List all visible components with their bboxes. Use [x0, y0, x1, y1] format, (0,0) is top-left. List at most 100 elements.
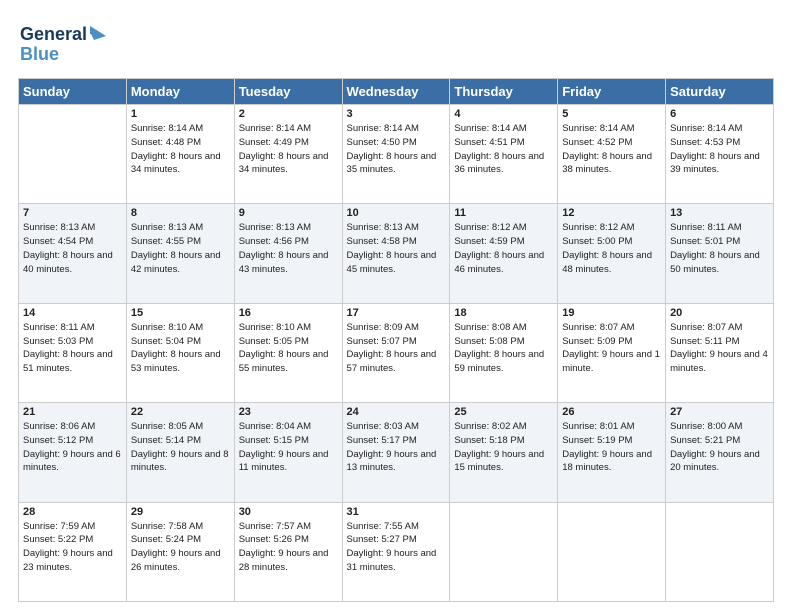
day-number: 17 — [347, 307, 446, 319]
day-number: 6 — [670, 108, 769, 120]
header: General Blue — [18, 18, 774, 68]
day-number: 31 — [347, 506, 446, 518]
day-info: Sunrise: 8:11 AMSunset: 5:03 PMDaylight:… — [23, 322, 113, 374]
calendar-cell: 14 Sunrise: 8:11 AMSunset: 5:03 PMDayligh… — [19, 303, 127, 402]
day-number: 20 — [670, 307, 769, 319]
week-row-1: 7 Sunrise: 8:13 AMSunset: 4:54 PMDaylight… — [19, 204, 774, 303]
calendar-cell: 24 Sunrise: 8:03 AMSunset: 5:17 PMDayligh… — [342, 403, 450, 502]
day-info: Sunrise: 7:57 AMSunset: 5:26 PMDaylight:… — [239, 521, 329, 573]
calendar-cell: 22Sunrise: 8:05 AMSunset: 5:14 PMDayligh… — [126, 403, 234, 502]
day-info: Sunrise: 8:13 AMSunset: 4:58 PMDaylight:… — [347, 222, 437, 274]
day-info: Sunrise: 8:10 AMSunset: 5:04 PMDaylight:… — [131, 322, 221, 374]
day-number: 25 — [454, 406, 553, 418]
day-info: Sunrise: 8:08 AMSunset: 5:08 PMDaylight:… — [454, 322, 544, 374]
day-info: Sunrise: 8:12 AMSunset: 5:00 PMDaylight:… — [562, 222, 652, 274]
weekday-tuesday: Tuesday — [234, 79, 342, 105]
day-info: Sunrise: 8:14 AMSunset: 4:48 PMDaylight:… — [131, 123, 221, 175]
day-info: Sunrise: 8:07 AMSunset: 5:09 PMDaylight:… — [562, 322, 660, 374]
calendar-cell: 23Sunrise: 8:04 AMSunset: 5:15 PMDayligh… — [234, 403, 342, 502]
calendar-cell: 18Sunrise: 8:08 AMSunset: 5:08 PMDayligh… — [450, 303, 558, 402]
page: General Blue SundayMondayTuesdayWednesda… — [0, 0, 792, 612]
calendar-cell: 5Sunrise: 8:14 AMSunset: 4:52 PMDaylight… — [558, 105, 666, 204]
day-info: Sunrise: 7:58 AMSunset: 5:24 PMDaylight:… — [131, 521, 221, 573]
day-number: 5 — [562, 108, 661, 120]
calendar-cell: 10 Sunrise: 8:13 AMSunset: 4:58 PMDayligh… — [342, 204, 450, 303]
day-number: 21 — [23, 406, 122, 418]
day-number: 29 — [131, 506, 230, 518]
logo-svg: General Blue — [18, 18, 108, 68]
day-number: 15 — [131, 307, 230, 319]
calendar-cell — [19, 105, 127, 204]
day-info: Sunrise: 8:02 AMSunset: 5:18 PMDaylight:… — [454, 421, 544, 473]
day-info: Sunrise: 8:07 AMSunset: 5:11 PMDaylight:… — [670, 322, 768, 374]
weekday-friday: Friday — [558, 79, 666, 105]
day-info: Sunrise: 8:06 AMSunset: 5:12 PMDaylight:… — [23, 421, 121, 473]
calendar-cell: 4 Sunrise: 8:14 AMSunset: 4:51 PMDaylight… — [450, 105, 558, 204]
day-number: 3 — [347, 108, 446, 120]
calendar-cell: 13Sunrise: 8:11 AMSunset: 5:01 PMDayligh… — [666, 204, 774, 303]
calendar-cell: 19 Sunrise: 8:07 AMSunset: 5:09 PMDayligh… — [558, 303, 666, 402]
week-row-0: 1 Sunrise: 8:14 AMSunset: 4:48 PMDaylight… — [19, 105, 774, 204]
day-number: 14 — [23, 307, 122, 319]
calendar-table: SundayMondayTuesdayWednesdayThursdayFrid… — [18, 78, 774, 602]
day-info: Sunrise: 8:14 AMSunset: 4:53 PMDaylight:… — [670, 123, 760, 175]
day-info: Sunrise: 8:14 AMSunset: 4:49 PMDaylight:… — [239, 123, 329, 175]
day-number: 11 — [454, 207, 553, 219]
calendar-cell: 6 Sunrise: 8:14 AMSunset: 4:53 PMDaylight… — [666, 105, 774, 204]
day-info: Sunrise: 8:11 AMSunset: 5:01 PMDaylight:… — [670, 222, 760, 274]
calendar-cell: 26 Sunrise: 8:01 AMSunset: 5:19 PMDayligh… — [558, 403, 666, 502]
weekday-header-row: SundayMondayTuesdayWednesdayThursdayFrid… — [19, 79, 774, 105]
day-number: 7 — [23, 207, 122, 219]
calendar-cell: 29 Sunrise: 7:58 AMSunset: 5:24 PMDayligh… — [126, 502, 234, 601]
calendar-cell: 30Sunrise: 7:57 AMSunset: 5:26 PMDayligh… — [234, 502, 342, 601]
calendar-cell: 16 Sunrise: 8:10 AMSunset: 5:05 PMDayligh… — [234, 303, 342, 402]
day-number: 4 — [454, 108, 553, 120]
weekday-wednesday: Wednesday — [342, 79, 450, 105]
day-info: Sunrise: 8:12 AMSunset: 4:59 PMDaylight:… — [454, 222, 544, 274]
day-info: Sunrise: 8:03 AMSunset: 5:17 PMDaylight:… — [347, 421, 437, 473]
day-number: 19 — [562, 307, 661, 319]
day-info: Sunrise: 8:10 AMSunset: 5:05 PMDaylight:… — [239, 322, 329, 374]
day-number: 24 — [347, 406, 446, 418]
week-row-2: 14 Sunrise: 8:11 AMSunset: 5:03 PMDayligh… — [19, 303, 774, 402]
logo: General Blue — [18, 18, 108, 68]
week-row-3: 21 Sunrise: 8:06 AMSunset: 5:12 PMDayligh… — [19, 403, 774, 502]
calendar-cell: 11 Sunrise: 8:12 AMSunset: 4:59 PMDayligh… — [450, 204, 558, 303]
day-info: Sunrise: 8:01 AMSunset: 5:19 PMDaylight:… — [562, 421, 652, 473]
calendar-cell — [558, 502, 666, 601]
day-number: 28 — [23, 506, 122, 518]
weekday-monday: Monday — [126, 79, 234, 105]
day-info: Sunrise: 8:04 AMSunset: 5:15 PMDaylight:… — [239, 421, 329, 473]
day-info: Sunrise: 8:13 AMSunset: 4:54 PMDaylight:… — [23, 222, 113, 274]
day-number: 16 — [239, 307, 338, 319]
day-number: 22 — [131, 406, 230, 418]
calendar-cell: 25 Sunrise: 8:02 AMSunset: 5:18 PMDayligh… — [450, 403, 558, 502]
day-number: 9 — [239, 207, 338, 219]
calendar-cell: 2Sunrise: 8:14 AMSunset: 4:49 PMDaylight… — [234, 105, 342, 204]
calendar-cell: 12Sunrise: 8:12 AMSunset: 5:00 PMDayligh… — [558, 204, 666, 303]
day-info: Sunrise: 8:14 AMSunset: 4:51 PMDaylight:… — [454, 123, 544, 175]
calendar-cell: 7 Sunrise: 8:13 AMSunset: 4:54 PMDaylight… — [19, 204, 127, 303]
day-number: 1 — [131, 108, 230, 120]
calendar-cell: 15 Sunrise: 8:10 AMSunset: 5:04 PMDayligh… — [126, 303, 234, 402]
day-number: 26 — [562, 406, 661, 418]
calendar-cell: 28 Sunrise: 7:59 AMSunset: 5:22 PMDayligh… — [19, 502, 127, 601]
calendar-cell — [666, 502, 774, 601]
calendar-cell: 1 Sunrise: 8:14 AMSunset: 4:48 PMDaylight… — [126, 105, 234, 204]
svg-text:General: General — [20, 24, 87, 44]
day-info: Sunrise: 8:13 AMSunset: 4:56 PMDaylight:… — [239, 222, 329, 274]
calendar-cell — [450, 502, 558, 601]
week-row-4: 28 Sunrise: 7:59 AMSunset: 5:22 PMDayligh… — [19, 502, 774, 601]
day-info: Sunrise: 8:14 AMSunset: 4:50 PMDaylight:… — [347, 123, 437, 175]
day-info: Sunrise: 7:55 AMSunset: 5:27 PMDaylight:… — [347, 521, 437, 573]
calendar-cell: 8Sunrise: 8:13 AMSunset: 4:55 PMDaylight… — [126, 204, 234, 303]
weekday-thursday: Thursday — [450, 79, 558, 105]
calendar-cell: 27Sunrise: 8:00 AMSunset: 5:21 PMDayligh… — [666, 403, 774, 502]
day-info: Sunrise: 8:13 AMSunset: 4:55 PMDaylight:… — [131, 222, 221, 274]
day-info: Sunrise: 8:00 AMSunset: 5:21 PMDaylight:… — [670, 421, 760, 473]
weekday-sunday: Sunday — [19, 79, 127, 105]
day-info: Sunrise: 7:59 AMSunset: 5:22 PMDaylight:… — [23, 521, 113, 573]
calendar-cell: 21 Sunrise: 8:06 AMSunset: 5:12 PMDayligh… — [19, 403, 127, 502]
weekday-saturday: Saturday — [666, 79, 774, 105]
day-number: 10 — [347, 207, 446, 219]
